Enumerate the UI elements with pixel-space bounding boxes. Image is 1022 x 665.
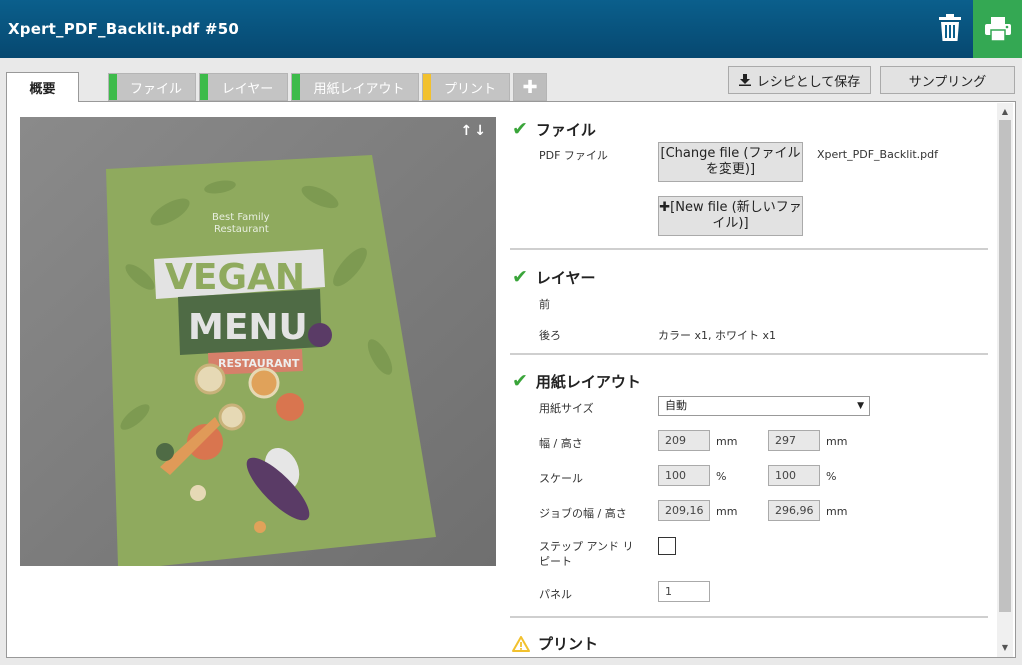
svg-text:MENU: MENU bbox=[188, 307, 308, 348]
pdf-file-label: PDF ファイル bbox=[539, 149, 608, 162]
tab-label: 用紙レイアウト bbox=[313, 81, 405, 97]
section-title-label: 用紙レイアウト bbox=[535, 372, 641, 391]
reorder-arrows-icon[interactable]: ↑↓ bbox=[461, 123, 488, 139]
check-icon: ✔ bbox=[512, 266, 528, 288]
width-input[interactable]: 209 bbox=[658, 430, 710, 451]
unit-label: mm bbox=[716, 505, 738, 518]
change-file-button[interactable]: [Change file (ファイルを変更)] bbox=[658, 142, 803, 182]
add-tab-button[interactable]: ✚ bbox=[513, 73, 547, 101]
scale-label: スケール bbox=[539, 472, 583, 485]
status-marker bbox=[109, 74, 117, 100]
paper-size-value: 自動 bbox=[665, 399, 687, 412]
caret-down-icon: ▼ bbox=[857, 401, 864, 411]
pdf-preview-image: Best Family Restaurant VEGAN MENU RESTAU… bbox=[20, 117, 496, 566]
tab-file[interactable]: ファイル bbox=[108, 73, 196, 101]
tab-layers[interactable]: レイヤー bbox=[199, 73, 288, 101]
section-title-label: プリント bbox=[538, 635, 599, 653]
tab-paper-layout[interactable]: 用紙レイアウト bbox=[291, 73, 419, 101]
job-height-input: 296,96 bbox=[768, 500, 820, 521]
scroll-up-icon[interactable]: ▲ bbox=[997, 105, 1013, 119]
tab-label: ファイル bbox=[129, 81, 182, 97]
unit-label: mm bbox=[826, 505, 848, 518]
trash-icon[interactable] bbox=[937, 14, 963, 42]
panel-label: パネル bbox=[539, 588, 572, 601]
document-preview[interactable]: Best Family Restaurant VEGAN MENU RESTAU… bbox=[20, 117, 496, 566]
pdf-filename: Xpert_PDF_Backlit.pdf bbox=[817, 148, 939, 161]
sampling-button[interactable]: サンプリング bbox=[880, 66, 1015, 94]
tab-print[interactable]: プリント bbox=[422, 73, 510, 101]
paper-size-label: 用紙サイズ bbox=[539, 402, 594, 415]
job-title: Xpert_PDF_Backlit.pdf #50 bbox=[8, 20, 239, 38]
new-file-button[interactable]: ✚[New file (新しいファイル)] bbox=[658, 196, 803, 236]
file-section-title: ✔ ファイル bbox=[512, 118, 596, 140]
save-recipe-button[interactable]: レシピとして保存 bbox=[728, 66, 871, 94]
svg-text:RESTAURANT: RESTAURANT bbox=[218, 357, 300, 370]
app-header: Xpert_PDF_Backlit.pdf #50 bbox=[0, 0, 1022, 58]
section-divider bbox=[510, 248, 988, 250]
warning-icon bbox=[512, 635, 530, 652]
printer-icon bbox=[984, 17, 1011, 41]
scale-x-input[interactable]: 100 bbox=[658, 465, 710, 486]
new-file-label: [New file (新しいファイル)] bbox=[670, 200, 802, 231]
svg-text:Restaurant: Restaurant bbox=[214, 224, 269, 235]
front-layer-label: 前 bbox=[539, 298, 550, 311]
panel-input[interactable]: 1 bbox=[658, 581, 710, 602]
section-title-label: レイヤー bbox=[535, 268, 596, 287]
download-icon bbox=[738, 74, 751, 86]
print-button[interactable] bbox=[973, 0, 1022, 58]
sampling-label: サンプリング bbox=[908, 74, 987, 90]
tab-label: レイヤー bbox=[221, 81, 274, 97]
status-marker bbox=[423, 74, 431, 100]
back-layer-value: カラー x1, ホワイト x1 bbox=[658, 329, 777, 342]
unit-label: mm bbox=[716, 435, 738, 448]
scroll-down-icon[interactable]: ▼ bbox=[997, 641, 1013, 655]
height-input[interactable]: 297 bbox=[768, 430, 820, 451]
step-repeat-checkbox[interactable] bbox=[658, 537, 676, 555]
layers-section-title: ✔ レイヤー bbox=[512, 266, 595, 288]
check-icon: ✔ bbox=[512, 118, 528, 140]
back-layer-label: 後ろ bbox=[539, 329, 561, 342]
svg-text:Best Family: Best Family bbox=[212, 212, 270, 223]
tab-label: プリント bbox=[443, 81, 496, 97]
plus-icon: ✚ bbox=[522, 76, 538, 98]
tab-overview[interactable]: 概要 bbox=[6, 72, 79, 102]
save-recipe-label: レシピとして保存 bbox=[756, 74, 861, 90]
status-marker bbox=[200, 74, 208, 100]
section-title-label: ファイル bbox=[535, 120, 596, 139]
unit-label: mm bbox=[826, 435, 848, 448]
paper-layout-section-title: ✔ 用紙レイアウト bbox=[512, 370, 641, 392]
status-marker bbox=[292, 74, 300, 100]
scale-y-input[interactable]: 100 bbox=[768, 465, 820, 486]
scrollbar-thumb[interactable] bbox=[999, 120, 1011, 612]
plus-icon: ✚ bbox=[659, 200, 671, 215]
paper-size-select[interactable]: 自動 ▼ bbox=[658, 396, 870, 416]
step-repeat-label: ステップ アンド リピート bbox=[539, 540, 634, 568]
section-divider bbox=[510, 353, 988, 355]
section-divider bbox=[510, 616, 988, 618]
print-section-title: プリント bbox=[512, 633, 598, 654]
vertical-scrollbar[interactable]: ▲ ▼ bbox=[997, 103, 1013, 657]
job-width-input: 209,16 bbox=[658, 500, 710, 521]
unit-label: % bbox=[826, 470, 837, 483]
check-icon: ✔ bbox=[512, 370, 528, 392]
size-label: 幅 / 高さ bbox=[539, 437, 583, 450]
unit-label: % bbox=[716, 470, 727, 483]
tab-label: 概要 bbox=[29, 82, 56, 97]
job-size-label: ジョブの幅 / 高さ bbox=[539, 507, 627, 520]
